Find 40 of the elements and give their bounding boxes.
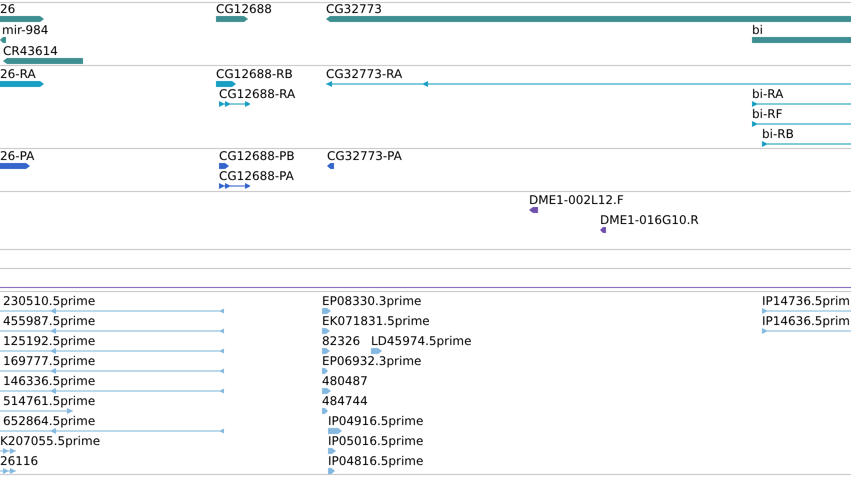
feature-label: 169777.5prime: [3, 356, 96, 367]
feature-label: CG32773: [326, 4, 382, 15]
feature-label: DME1-002L12.F: [529, 195, 624, 206]
feature-label: 26116: [0, 456, 38, 467]
feature-label: CG32773-PA: [327, 151, 402, 162]
feature-label: bi: [752, 25, 763, 36]
feature-label: mir-984: [2, 25, 48, 36]
feature-label: 146336.5prime: [3, 376, 96, 387]
feature-label: 480487: [322, 376, 368, 387]
feature-label: CG32773-RA: [326, 69, 402, 80]
feature-label: 82326: [322, 336, 360, 347]
feature-label: 26-PA: [0, 151, 34, 162]
feature-label: CG12688-RA: [219, 89, 296, 100]
feature-label: IP04916.5prime: [328, 416, 424, 427]
feature-label: CG12688-PA: [219, 171, 294, 182]
feature-label: CR43614: [3, 46, 58, 57]
feature-label: CG12688-RB: [216, 69, 293, 80]
feature-label: EK071831.5prime: [322, 316, 430, 327]
feature-label: EP06932.3prime: [322, 356, 422, 367]
feature-label: IP04816.5prime: [328, 456, 424, 467]
feature-label: CG12688-PB: [219, 151, 295, 162]
feature-label: CG12688: [216, 4, 272, 15]
feature-label: 514761.5prime: [3, 396, 96, 407]
feature-label: EP08330.3prime: [322, 296, 422, 307]
feature-label: bi-RB: [762, 129, 794, 140]
feature-label: K207055.5prime: [0, 436, 100, 447]
feature-label: 484744: [322, 396, 368, 407]
feature-label: IP14736.5prim: [762, 296, 850, 307]
feature-label: 26-RA: [0, 69, 36, 80]
feature-label: IP14636.5prim: [762, 316, 850, 327]
feature-label: 652864.5prime: [3, 416, 96, 427]
feature-label: IP05016.5prime: [328, 436, 424, 447]
feature-label: DME1-016G10.R: [600, 215, 699, 226]
feature-label: 230510.5prime: [3, 296, 96, 307]
feature-label: bi-RA: [752, 89, 784, 100]
feature-label: LD45974.5prime: [371, 336, 472, 347]
feature-label: bi-RF: [752, 109, 783, 120]
feature-label: 26: [0, 4, 16, 15]
feature-label: 455987.5prime: [3, 316, 96, 327]
feature-label: 125192.5prime: [3, 336, 96, 347]
